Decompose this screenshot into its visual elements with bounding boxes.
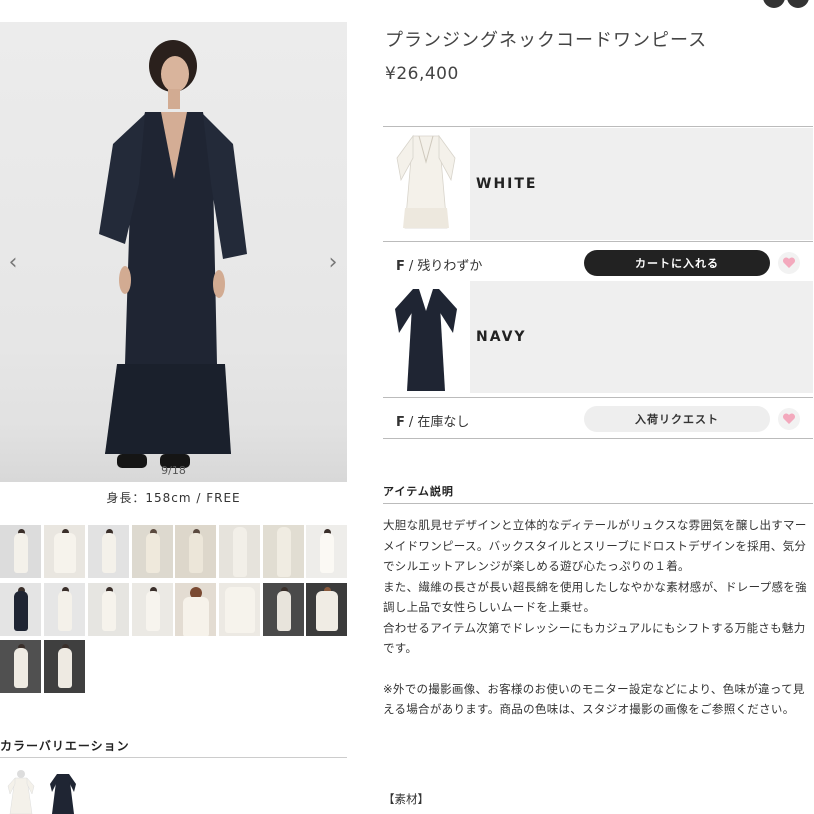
- heart-icon: [782, 257, 796, 268]
- model-size-caption: 身長：158cm / FREE: [106, 491, 241, 505]
- product-title: プランジングネックコードワンピース: [385, 30, 708, 51]
- thumbnail[interactable]: [263, 525, 304, 578]
- variant-color-name: WHITE: [476, 176, 538, 192]
- color-swatch-navy[interactable]: [48, 770, 78, 814]
- thumbnail[interactable]: [0, 640, 41, 693]
- divider: [0, 757, 347, 758]
- gallery-prev-arrow[interactable]: ‹: [6, 250, 20, 276]
- model-in-navy-dress: [99, 40, 247, 468]
- thumbnail[interactable]: [44, 583, 85, 636]
- description-note: ※外での撮影画像、お客様のお使いのモニター設定などにより、色味が違って見える場合…: [383, 681, 805, 717]
- size-stock-label: F / 残りわずか: [396, 255, 482, 274]
- color-swatch-white[interactable]: [6, 770, 36, 814]
- variant-color-box: NAVY: [470, 281, 813, 393]
- stock-status: 在庫なし: [417, 415, 470, 430]
- stock-status: 残りわずか: [417, 259, 483, 274]
- thumbnail[interactable]: [132, 525, 173, 578]
- description-paragraph: また、繊維の長さが長い超長綿を使用したしなやかな素材感が、ドレープ感を強調し上品…: [383, 579, 807, 615]
- description-paragraph: 合わせるアイテム次第でドレッシーにもカジュアルにもシフトする万能さも魅力です。: [383, 620, 806, 656]
- variant-image-white: [383, 128, 468, 240]
- thumbnail[interactable]: [175, 525, 216, 578]
- add-to-cart-button[interactable]: カートに入れる: [584, 250, 770, 276]
- thumbnail[interactable]: [306, 525, 347, 578]
- thumbnail[interactable]: [132, 583, 173, 636]
- favorite-button[interactable]: [778, 252, 800, 274]
- thumbnail[interactable]: [0, 525, 41, 578]
- header-icon[interactable]: [763, 0, 809, 8]
- size-stock-label: F / 在庫なし: [396, 411, 469, 430]
- thumbnail[interactable]: [219, 583, 260, 636]
- variant-size-row: F / 在庫なし 入荷リクエスト: [383, 399, 813, 437]
- product-price: ¥26,400: [385, 64, 459, 84]
- item-description: 大胆な肌見せデザインと立体的なディテールがリュクスな雰囲気を醸し出すマーメイドワ…: [383, 515, 813, 720]
- variant-size-row: F / 残りわずか カートに入れる: [383, 243, 813, 281]
- heart-icon: [782, 413, 796, 424]
- variant-color-box: WHITE: [470, 128, 813, 240]
- thumbnail[interactable]: [219, 525, 260, 578]
- thumbnail[interactable]: [175, 583, 216, 636]
- favorite-button[interactable]: [778, 408, 800, 430]
- size-label: F: [396, 415, 405, 430]
- variant-color-name: NAVY: [476, 329, 527, 345]
- variant-image-navy: [383, 281, 468, 393]
- thumbnail[interactable]: [44, 525, 85, 578]
- divider: [383, 503, 813, 504]
- gallery-next-arrow[interactable]: ›: [326, 250, 340, 276]
- thumbnail[interactable]: [306, 583, 347, 636]
- thumbnail[interactable]: [263, 583, 304, 636]
- thumbnail[interactable]: [44, 640, 85, 693]
- size-label: F: [396, 259, 405, 274]
- description-paragraph: 大胆な肌見せデザインと立体的なディテールがリュクスな雰囲気を醸し出すマーメイドワ…: [383, 518, 807, 573]
- color-variation-heading: カラーバリエーション: [0, 739, 130, 753]
- thumbnail[interactable]: [88, 525, 129, 578]
- gallery-counter: 9/18: [161, 464, 186, 477]
- thumbnail[interactable]: [88, 583, 129, 636]
- thumbnail[interactable]: [0, 583, 41, 636]
- main-product-image: ‹ ›: [0, 22, 347, 482]
- material-label: 【素材】: [383, 792, 429, 806]
- item-description-heading: アイテム説明: [383, 485, 454, 498]
- restock-request-button[interactable]: 入荷リクエスト: [584, 406, 770, 432]
